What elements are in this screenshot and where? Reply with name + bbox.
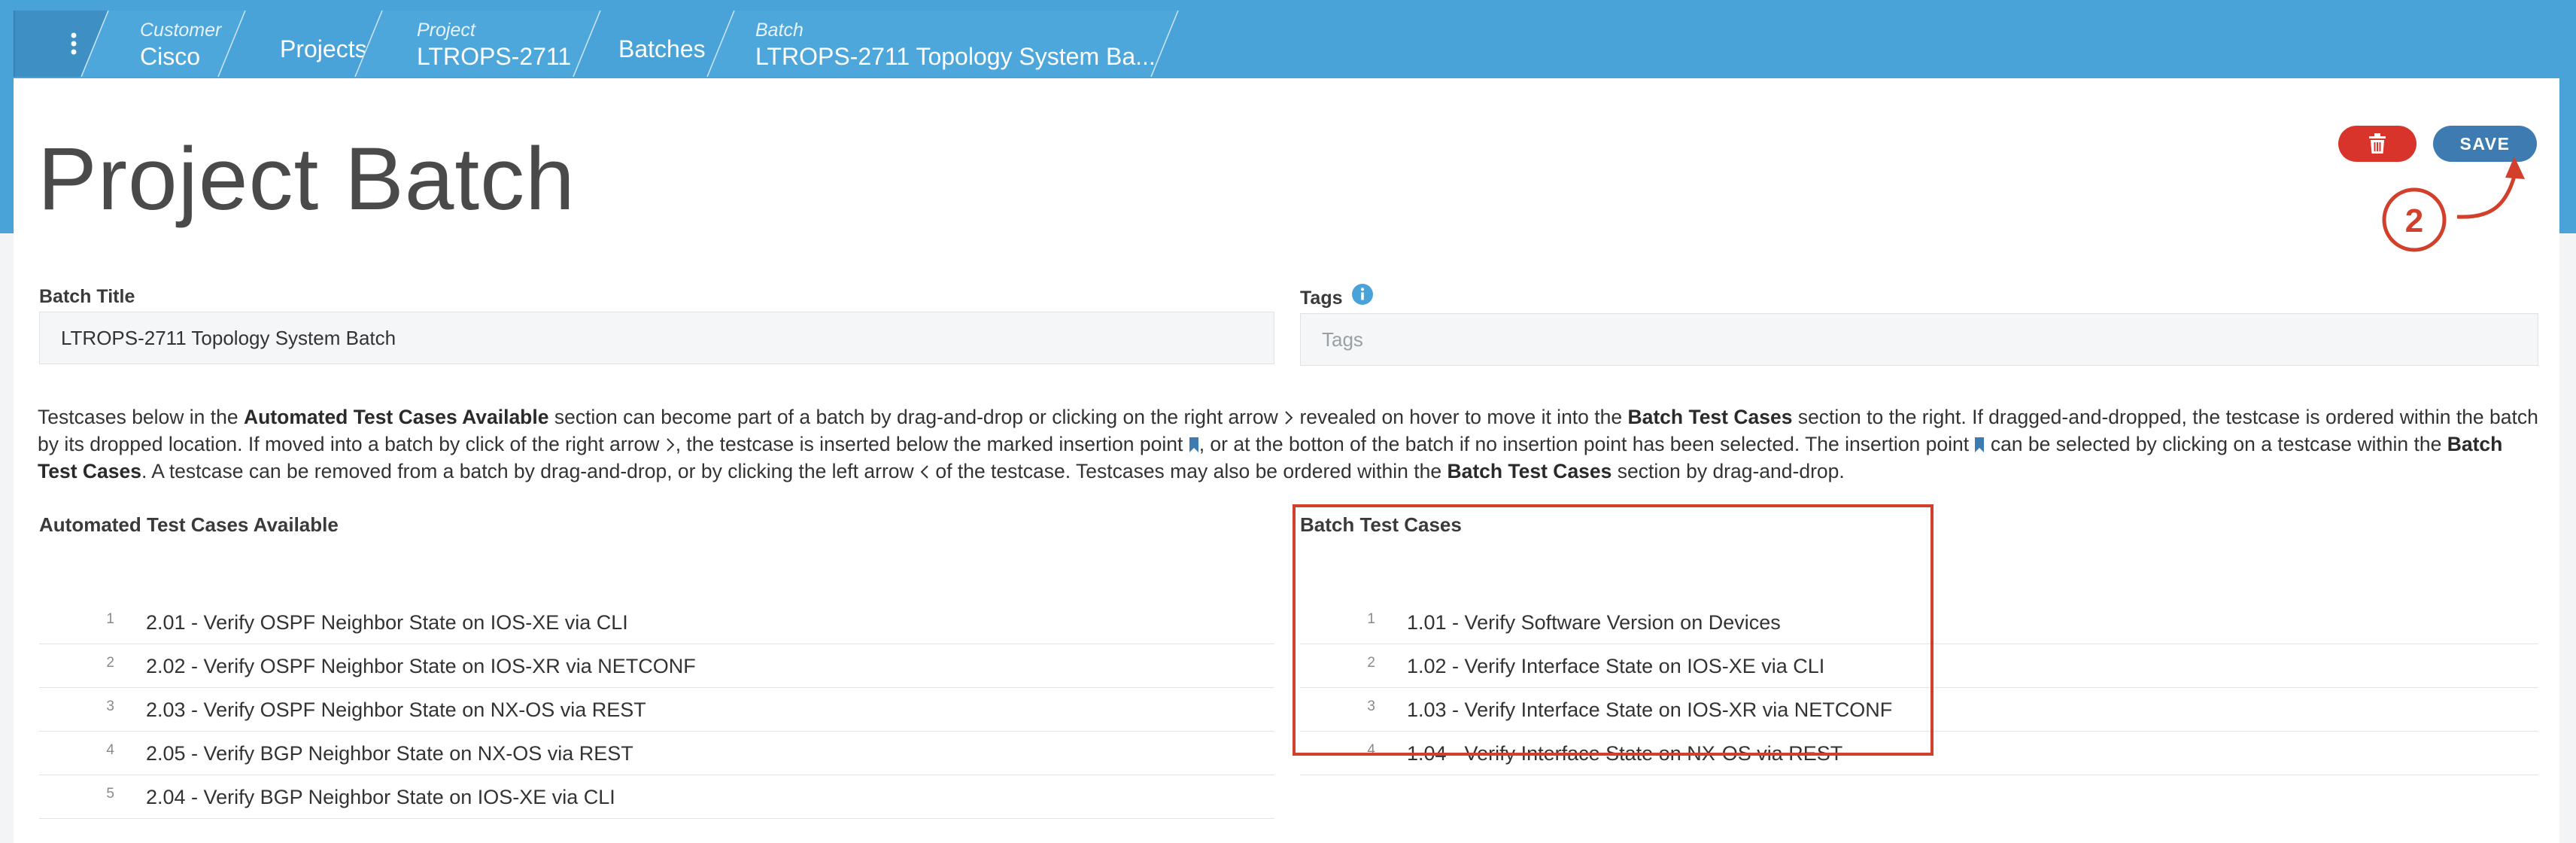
list-item[interactable]: 1 2.01 - Verify OSPF Neighbor State on IO… <box>39 601 1274 644</box>
tags-label: Tags <box>1300 288 1343 309</box>
help-text-fragment: revealed on hover to move it into the <box>1294 406 1628 428</box>
batch-title-label: Batch Title <box>39 286 135 307</box>
help-text: Testcases below in the Automated Test Ca… <box>38 403 2543 485</box>
list-item[interactable]: 2 1.02 - Verify Interface State on IOS-XE… <box>1300 644 2538 688</box>
help-text-fragment: section can become part of a batch by dr… <box>548 406 1284 428</box>
help-text-fragment: of the testcase. Testcases may also be o… <box>930 460 1447 482</box>
breadcrumb: Customer Cisco Projects Project LTROPS-2… <box>14 11 1187 77</box>
list-item-number: 2 <box>106 655 114 671</box>
breadcrumb-label: Batch <box>755 20 803 41</box>
list-item-number: 1 <box>1367 611 1375 627</box>
info-icon[interactable] <box>1351 283 1374 306</box>
list-item-number: 5 <box>106 786 114 802</box>
list-item[interactable]: 5 2.04 - Verify BGP Neighbor State on IOS… <box>39 775 1274 819</box>
batch-list-title: Batch Test Cases <box>1300 513 1462 536</box>
help-text-fragment: can be selected by clicking on a testcas… <box>1985 433 2447 455</box>
breadcrumb-item-project[interactable]: Project LTROPS-2711 <box>354 11 600 77</box>
help-text-fragment: section by drag-and-drop. <box>1612 460 1845 482</box>
bookmark-icon <box>1189 437 1198 452</box>
list-item-number: 3 <box>106 698 114 714</box>
breadcrumb-value: LTROPS-2711 <box>417 43 571 70</box>
list-item-label: 1.01 - Verify Software Version on Device… <box>1407 611 1781 634</box>
list-item-label: 1.02 - Verify Interface State on IOS-XE … <box>1407 655 1825 677</box>
available-list-title: Automated Test Cases Available <box>39 513 339 536</box>
list-item-label: 2.01 - Verify OSPF Neighbor State on IOS… <box>146 611 628 634</box>
breadcrumb-item-projects[interactable]: Projects <box>217 11 382 77</box>
callout-arrow <box>2456 175 2517 219</box>
list-item-label: 2.04 - Verify BGP Neighbor State on IOS-… <box>146 786 615 808</box>
help-text-fragment: , the testcase is inserted below the mar… <box>675 433 1189 455</box>
breadcrumb-value: Cisco <box>140 43 200 70</box>
breadcrumb-bar: Customer Cisco Projects Project LTROPS-2… <box>14 11 1179 77</box>
chevron-right-icon <box>666 438 675 452</box>
trash-icon <box>2369 133 2386 154</box>
breadcrumb-item-customer[interactable]: Customer Cisco <box>80 11 245 77</box>
list-item[interactable]: 3 2.03 - Verify OSPF Neighbor State on NX… <box>39 688 1274 732</box>
breadcrumb-label: Project <box>417 20 476 41</box>
batch-title-input[interactable] <box>39 312 1274 364</box>
callout-annotation: 2 <box>2382 157 2525 252</box>
help-text-fragment: Testcases below in the <box>38 406 244 428</box>
list-item[interactable]: 2 2.02 - Verify OSPF Neighbor State on IO… <box>39 644 1274 688</box>
arrow-head-icon <box>2505 157 2525 179</box>
breadcrumb-value: Projects <box>280 35 367 62</box>
help-text-bold: Batch Test Cases <box>1447 460 1612 482</box>
list-item-number: 4 <box>106 742 114 758</box>
list-item-number: 4 <box>1367 742 1375 758</box>
list-item-number: 3 <box>1367 698 1375 714</box>
breadcrumb-item-batches[interactable]: Batches <box>573 11 734 77</box>
list-item[interactable]: 3 1.03 - Verify Interface State on IOS-XR… <box>1300 688 2538 732</box>
list-item-label: 1.04 - Verify Interface State on NX-OS v… <box>1407 742 1843 765</box>
bookmark-icon <box>1975 437 1985 452</box>
chevron-right-icon <box>1285 411 1293 425</box>
list-item-label: 2.05 - Verify BGP Neighbor State on NX-O… <box>146 742 633 765</box>
more-vertical-icon <box>71 32 77 38</box>
list-item[interactable]: 4 1.04 - Verify Interface State on NX-OS … <box>1300 732 2538 775</box>
tags-input[interactable] <box>1300 313 2538 366</box>
list-item-label: 2.02 - Verify OSPF Neighbor State on IOS… <box>146 655 696 677</box>
help-text-fragment: , or at the botton of the batch if no in… <box>1198 433 1975 455</box>
list-item[interactable]: 1 1.01 - Verify Software Version on Devic… <box>1300 601 2538 644</box>
list-item[interactable]: 4 2.05 - Verify BGP Neighbor State on NX-… <box>39 732 1274 775</box>
breadcrumb-value: LTROPS-2711 Topology System Ba... <box>755 43 1156 70</box>
main-content: Project Batch SAVE 2 Batch Title Tags Te… <box>14 78 2559 843</box>
callout-number: 2 <box>2405 202 2423 239</box>
chevron-left-icon <box>920 465 928 479</box>
help-text-fragment: . A testcase can be removed from a batch… <box>141 460 920 482</box>
list-item-number: 2 <box>1367 655 1375 671</box>
list-item-number: 1 <box>106 611 114 627</box>
breadcrumb-item-batch[interactable]: Batch LTROPS-2711 Topology System Ba... <box>706 11 1179 77</box>
list-item-label: 2.03 - Verify OSPF Neighbor State on NX-… <box>146 698 646 721</box>
page-title: Project Batch <box>38 129 576 229</box>
breadcrumb-label: Customer <box>140 20 223 41</box>
list-item-label: 1.03 - Verify Interface State on IOS-XR … <box>1407 698 1893 721</box>
help-text-bold: Batch Test Cases <box>1627 406 1793 428</box>
breadcrumb-value: Batches <box>618 35 706 62</box>
help-text-bold: Automated Test Cases Available <box>243 406 549 428</box>
